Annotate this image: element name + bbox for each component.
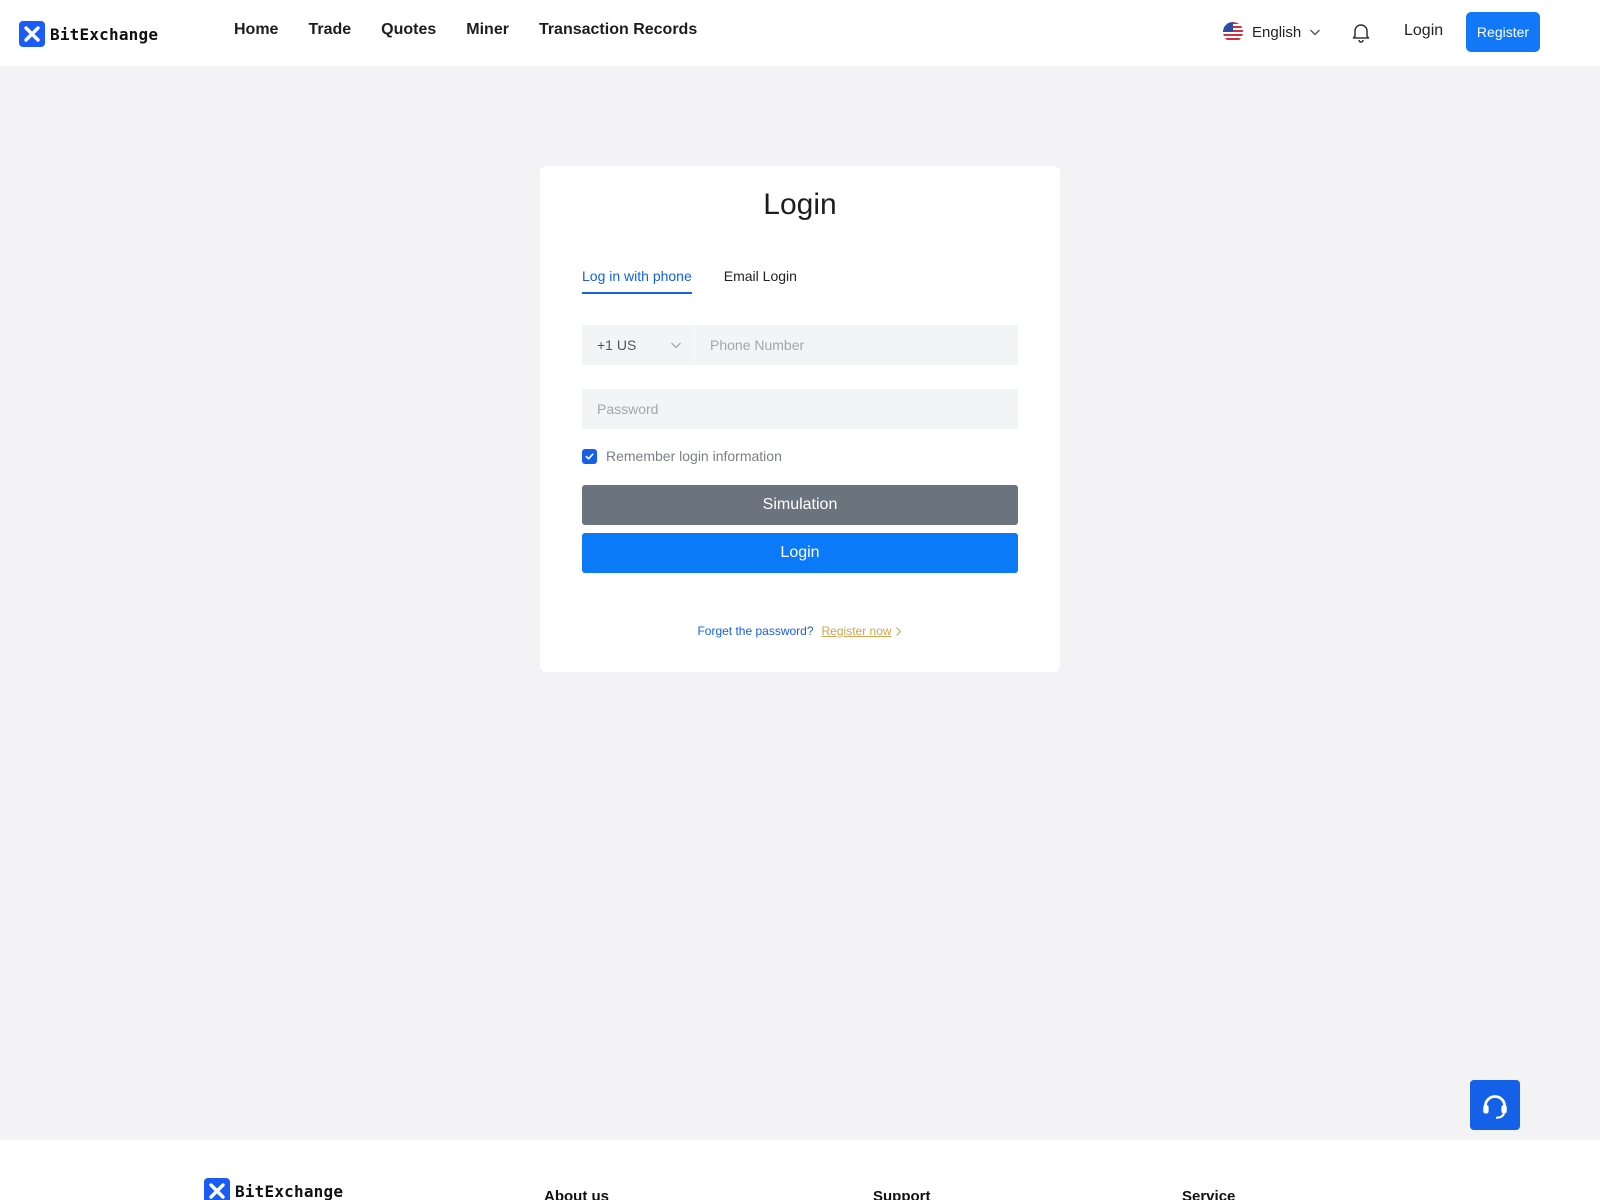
headset-icon — [1483, 1095, 1507, 1119]
login-tabs: Log in with phone Email Login — [582, 268, 829, 294]
register-button[interactable]: Register — [1466, 12, 1540, 52]
bell-icon[interactable] — [1350, 21, 1372, 43]
brand-name: BitExchange — [48, 25, 162, 44]
main-nav: Home Trade Quotes Miner Transaction Reco… — [234, 21, 727, 39]
language-label: English — [1252, 23, 1302, 41]
tab-phone-login[interactable]: Log in with phone — [582, 268, 692, 294]
nav-item-trade[interactable]: Trade — [308, 21, 351, 39]
footer-about-us: About us — [544, 1188, 609, 1200]
chevron-down-icon — [1310, 29, 1321, 36]
forgot-password-link[interactable]: Forget the password? — [697, 624, 813, 638]
x-logo-icon — [19, 21, 45, 47]
country-code-select[interactable]: +1 US — [582, 325, 694, 365]
password-input[interactable] — [582, 389, 1018, 429]
footer-support: Support — [873, 1188, 931, 1200]
nav-item-transaction-records[interactable]: Transaction Records — [539, 21, 697, 39]
language-selector[interactable]: English — [1223, 22, 1321, 42]
footer-logo[interactable]: BitExchange — [204, 1178, 347, 1200]
card-links: Forget the password? Register now — [540, 624, 1060, 638]
country-code-value: +1 US — [597, 337, 637, 353]
footer-brand-name: BitExchange — [233, 1182, 347, 1200]
remember-login-checkbox[interactable]: Remember login information — [582, 448, 782, 464]
phone-number-input[interactable] — [694, 325, 1018, 365]
footer-service: Service — [1182, 1188, 1236, 1200]
phone-row: +1 US — [582, 325, 1018, 365]
brand-logo[interactable]: BitExchange — [19, 21, 162, 47]
login-button[interactable]: Login — [582, 533, 1018, 573]
nav-item-home[interactable]: Home — [234, 21, 278, 39]
remember-label: Remember login information — [606, 448, 782, 464]
chevron-right-icon — [895, 626, 901, 636]
nav-item-quotes[interactable]: Quotes — [381, 21, 436, 39]
header-login-link[interactable]: Login — [1404, 22, 1443, 40]
checkmark-icon[interactable] — [582, 448, 597, 464]
nav-item-miner[interactable]: Miner — [466, 21, 509, 39]
login-card: Login Log in with phone Email Login +1 U… — [540, 166, 1060, 672]
x-logo-icon — [204, 1178, 230, 1200]
footer: BitExchange About us Support Service — [0, 1140, 1600, 1200]
chevron-down-icon — [671, 342, 681, 349]
tab-email-login[interactable]: Email Login — [724, 268, 797, 294]
simulation-button[interactable]: Simulation — [582, 485, 1018, 525]
us-flag-icon — [1223, 22, 1243, 42]
top-header: BitExchange Home Trade Quotes Miner Tran… — [0, 0, 1600, 66]
customer-support-button[interactable] — [1470, 1080, 1520, 1130]
register-now-link[interactable]: Register now — [822, 624, 892, 638]
page-title: Login — [763, 188, 837, 221]
